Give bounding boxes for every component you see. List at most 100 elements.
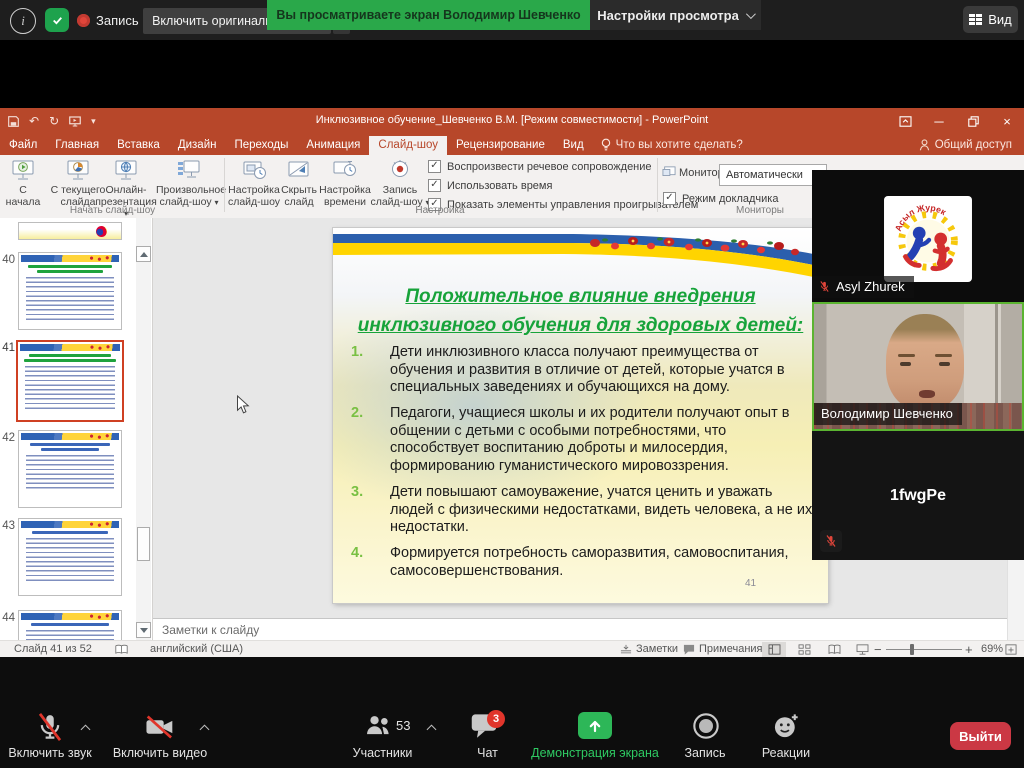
tab-view[interactable]: Вид — [554, 136, 593, 155]
zoom-out-button[interactable]: − — [874, 642, 882, 657]
group-monitors: Мониторы — [700, 205, 820, 216]
tab-review[interactable]: Рецензирование — [447, 136, 554, 155]
fit-slide-to-window-button[interactable] — [1002, 642, 1020, 657]
share-screen-button[interactable] — [578, 712, 612, 739]
group-setup: Настройка — [370, 205, 510, 216]
close-button[interactable]: × — [990, 108, 1024, 135]
leave-meeting-button[interactable]: Выйти — [950, 722, 1011, 750]
slide-thumbnail-43[interactable] — [18, 518, 122, 596]
setup-slideshow-button[interactable]: Настройка слайд-шоу — [227, 157, 281, 213]
reactions-icon[interactable] — [772, 712, 800, 740]
notes-pane[interactable]: Заметки к слайду — [153, 618, 1007, 640]
comments-icon — [683, 644, 695, 655]
ribbon-display-options-button[interactable] — [888, 108, 922, 135]
tab-slideshow[interactable]: Слайд-шоу — [369, 136, 447, 155]
slide-thumbnail-40[interactable] — [18, 252, 122, 330]
video-options-caret[interactable] — [200, 725, 210, 735]
from-beginning-button[interactable]: С начала — [2, 157, 44, 213]
slide-thumbnail-39-partial[interactable] — [18, 222, 122, 240]
record-label[interactable]: Запись — [665, 746, 745, 760]
slide-thumbnail-42[interactable] — [18, 430, 122, 508]
tab-file[interactable]: Файл — [0, 136, 46, 155]
view-settings-button[interactable]: Настройки просмотра — [589, 0, 761, 30]
scrollbar-thumb[interactable] — [137, 527, 150, 561]
tab-transitions[interactable]: Переходы — [225, 136, 297, 155]
window-title: Инклюзивное обучение_Шевченко В.М. [Режи… — [0, 114, 1024, 126]
slide-header-ribbon-graphic — [333, 228, 828, 278]
hide-slide-button[interactable]: Скрыть слайд — [281, 157, 317, 213]
participant-name-chip: Asyl Zhurek — [812, 276, 914, 298]
tell-me-box[interactable]: Что вы хотите сделать? — [593, 135, 751, 155]
monitor-value: Автоматически — [726, 169, 803, 181]
presenter-mode-label: Режим докладчика — [682, 193, 778, 205]
reading-view-button[interactable] — [822, 642, 846, 657]
slide-thumbnail-44[interactable] — [18, 610, 122, 640]
muted-mic-icon[interactable] — [35, 712, 65, 742]
tab-animations[interactable]: Анимация — [297, 136, 369, 155]
list-number: 1. — [351, 344, 381, 362]
checkbox-presenter-mode[interactable]: ✓ Режим докладчика — [663, 192, 778, 205]
participants-icon[interactable] — [363, 712, 393, 740]
meeting-info-icon[interactable]: i — [10, 8, 36, 34]
restore-button[interactable] — [956, 108, 990, 135]
lightbulb-icon — [601, 138, 611, 151]
zoom-slider-thumb[interactable] — [910, 644, 914, 655]
monitor-dropdown[interactable]: Автоматически — [719, 164, 827, 186]
chat-label[interactable]: Чат — [455, 746, 520, 760]
thumbnail-scrollbar[interactable] — [136, 218, 151, 640]
online-presentation-icon — [113, 159, 139, 183]
comments-toggle[interactable]: Примечания — [699, 643, 763, 655]
share-screen-label[interactable]: Демонстрация экрана — [515, 746, 675, 760]
list-number: 4. — [351, 545, 381, 563]
slide-thumbnail-41-selected[interactable] — [16, 340, 124, 422]
ribbon-tab-row: Файл Главная Вставка Дизайн Переходы Ани… — [0, 135, 1024, 155]
share-arrow-up-icon — [587, 718, 603, 734]
setup-slideshow-label: Настройка слайд-шоу — [227, 185, 281, 208]
tab-design[interactable]: Дизайн — [169, 136, 226, 155]
slideshow-view-button[interactable] — [850, 642, 874, 657]
scroll-up-button[interactable] — [136, 246, 151, 262]
zoom-in-button[interactable]: + — [965, 642, 973, 657]
ribbon-separator — [657, 158, 658, 212]
thumb-ribbon-graphic — [21, 255, 119, 262]
monitor-icon — [662, 166, 676, 179]
record-icon[interactable] — [692, 712, 720, 740]
muted-mic-icon — [825, 534, 837, 548]
view-button[interactable]: Вид — [963, 6, 1018, 33]
normal-view-button[interactable] — [762, 642, 786, 657]
checkbox-play-narrations[interactable]: ✓ Воспроизвести речевое сопровождение — [428, 160, 652, 173]
mic-options-caret[interactable] — [81, 725, 91, 735]
chevron-down-icon — [746, 9, 756, 19]
thumb-title-line — [30, 443, 110, 446]
participant-tile-shevchenko-active[interactable]: Володимир Шевченко — [812, 302, 1024, 431]
share-button[interactable]: Общий доступ — [911, 135, 1020, 155]
security-shield-icon[interactable] — [45, 8, 69, 32]
tab-home[interactable]: Главная — [46, 136, 108, 155]
muted-camera-icon[interactable] — [144, 712, 176, 742]
spellcheck-book-icon[interactable] — [115, 644, 128, 655]
scroll-down-button[interactable] — [136, 622, 151, 638]
slide-sorter-view-button[interactable] — [792, 642, 816, 657]
recording-label: Запись — [96, 13, 139, 28]
start-video-label[interactable]: Включить видео — [100, 746, 220, 760]
language-indicator[interactable]: английский (США) — [150, 643, 243, 655]
minimize-button[interactable]: ─ — [922, 108, 956, 135]
zoom-slider-track[interactable] — [886, 649, 962, 650]
tab-insert[interactable]: Вставка — [108, 136, 169, 155]
slide-canvas[interactable]: Положительное влияние внедрения инклюзив… — [333, 228, 828, 603]
participants-caret[interactable] — [427, 725, 437, 735]
checkbox-use-timings[interactable]: ✓ Использовать время — [428, 179, 552, 192]
slideshow-screen-icon — [65, 159, 91, 183]
list-text: Педагоги, учащиеся школы и их родители п… — [390, 405, 789, 474]
thumb-body-lines — [26, 277, 114, 323]
rehearse-timings-button[interactable]: Настройка времени — [318, 157, 372, 213]
participants-label[interactable]: Участники — [330, 746, 435, 760]
notes-toggle[interactable]: Заметки — [636, 643, 678, 655]
participant-tile-asyl-zhurek[interactable]: Асыл Журек Asyl Zhurek — [812, 170, 1024, 302]
asyl-zhurek-logo: Асыл Журек — [884, 196, 972, 282]
zoom-percent[interactable]: 69% — [981, 643, 1003, 655]
reactions-label[interactable]: Реакции — [745, 746, 827, 760]
participant-tile-1fwgpe[interactable]: 1fwgPe — [812, 431, 1024, 560]
unmute-label[interactable]: Включить звук — [0, 746, 100, 760]
zoom-top-bar: i Запись Включить оригинальный звук Вы п… — [0, 0, 1024, 40]
